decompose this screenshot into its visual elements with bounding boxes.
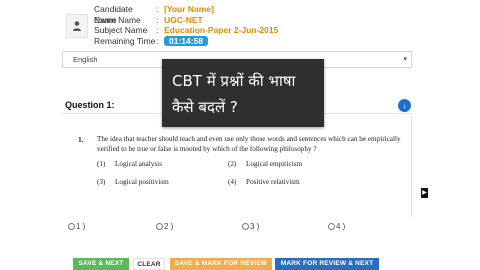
candidate-header: Candidate Name : [Your Name] Exam Name :… — [0, 0, 480, 48]
exam-name-value: UGC-NET — [164, 14, 203, 25]
subject-name-row: Subject Name : Education-Paper 2-Jun-201… — [94, 25, 279, 35]
remaining-time-label: Remaining Time — [94, 35, 156, 46]
candidate-name-row: Candidate Name : [Your Name] — [94, 4, 214, 25]
candidate-name-value: [Your Name] — [164, 4, 214, 14]
radio-icon[interactable] — [328, 223, 335, 230]
option-4: (4) Positive relativism — [228, 178, 300, 186]
option-text: Logical empiricism — [246, 160, 303, 168]
answer-choices: 1 ) 2 ) 3 ) 4 ) — [62, 222, 412, 236]
answer-radio-3[interactable]: 3 ) — [242, 222, 259, 231]
avatar — [66, 14, 88, 38]
answer-label: 1 ) — [76, 222, 86, 231]
exam-name-row: Exam Name : UGC-NET — [94, 14, 203, 25]
answer-radio-2[interactable]: 2 ) — [156, 222, 173, 231]
radio-icon[interactable] — [68, 223, 75, 230]
option-text: Logical analysis — [115, 160, 162, 168]
question-title: Question 1: — [65, 100, 115, 110]
mark-review-next-button[interactable]: MARK FOR REVIEW & NEXT — [275, 258, 379, 270]
option-number: (2) — [228, 160, 237, 168]
radio-icon[interactable] — [156, 223, 163, 230]
language-tip-banner: CBT में प्रश्नों की भाषा कैसे बदलें ? — [162, 59, 324, 127]
chevron-down-icon: ▾ — [403, 56, 407, 63]
answer-label: 4 ) — [336, 222, 346, 231]
subject-name-value: Education-Paper 2-Jun-2015 — [164, 25, 279, 35]
language-selected: English — [73, 55, 98, 64]
remaining-time-row: Remaining Time : 01:14:58 — [94, 35, 278, 46]
clear-button[interactable]: CLEAR — [133, 258, 165, 270]
subject-name-label: Subject Name — [94, 25, 148, 35]
remaining-time-value: 01:14:58 — [164, 35, 209, 46]
radio-icon[interactable] — [242, 223, 249, 230]
option-2: (2) Logical empiricism — [228, 160, 302, 168]
question-number: 1. — [78, 135, 84, 144]
scroll-down-icon[interactable]: ↓ — [398, 99, 411, 112]
option-number: (4) — [228, 178, 237, 186]
candidate-name-label: Candidate Name — [94, 4, 133, 25]
option-text: Positive relativism — [246, 178, 300, 186]
user-icon — [73, 21, 81, 31]
save-next-button[interactable]: SAVE & NEXT — [73, 258, 129, 270]
banner-line-1: CBT में प्रश्नों की भाषा — [172, 72, 296, 90]
answer-label: 3 ) — [250, 222, 260, 231]
answer-radio-4[interactable]: 4 ) — [328, 222, 345, 231]
answer-label: 2 ) — [164, 222, 174, 231]
option-text: Logical positivism — [115, 178, 169, 186]
answer-radio-1[interactable]: 1 ) — [68, 222, 85, 231]
question-text: The idea that teacher should teach and e… — [97, 135, 401, 153]
option-number: (3) — [97, 178, 106, 186]
exam-name-label: Exam Name — [94, 14, 141, 25]
banner-line-2: कैसे बदलें ? — [172, 98, 238, 116]
option-3: (3) Logical positivism — [97, 178, 169, 186]
panel-toggle-icon[interactable]: ▶ — [421, 188, 428, 198]
candidate-info: Candidate Name : [Your Name] Exam Name :… — [94, 4, 278, 46]
option-number: (1) — [97, 160, 106, 168]
save-mark-review-button[interactable]: SAVE & MARK FOR REVIEW — [170, 258, 272, 270]
option-1: (1) Logical analysis — [97, 160, 162, 168]
